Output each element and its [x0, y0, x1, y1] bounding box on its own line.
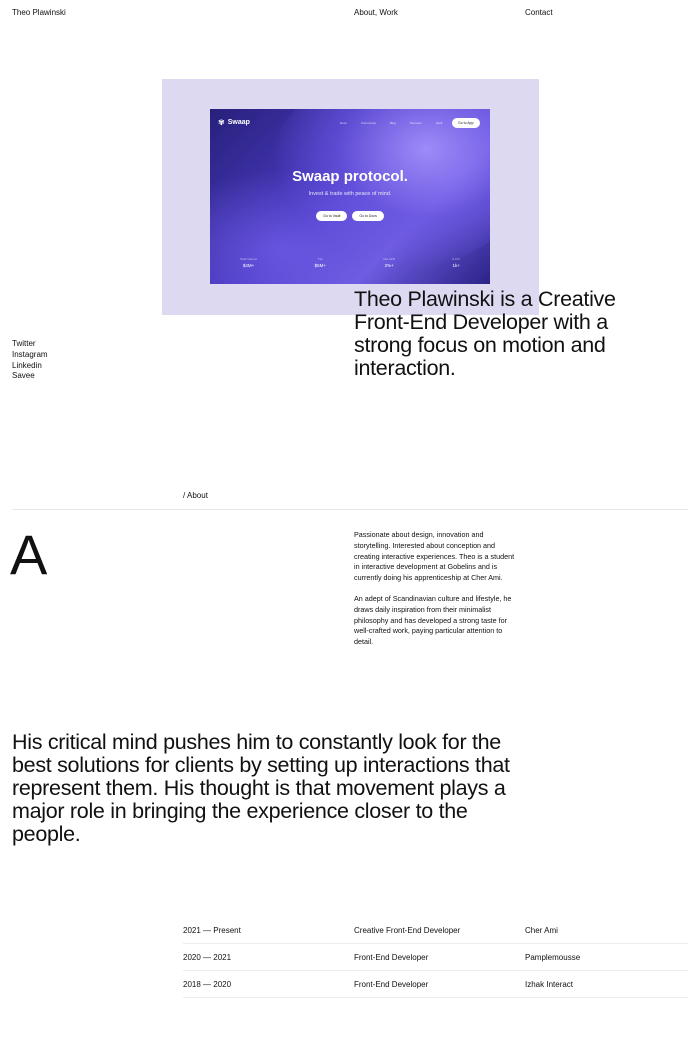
experience-years: 2021 — Present [183, 926, 241, 935]
experience-years: 2018 — 2020 [183, 980, 232, 989]
experience-row: 2021 — Present Creative Front-End Develo… [183, 917, 688, 944]
mockup-docs-button: Go to Docs [352, 211, 384, 221]
experience-row: 2018 — 2020 Front-End Developer Izhak In… [183, 971, 688, 998]
mockup-title: Swaap protocol. [292, 168, 408, 185]
mockup-stat-value: $4M+ [242, 263, 255, 268]
swaap-logo-icon: ✾ [218, 118, 225, 127]
experience-row: 2020 — 2021 Front-End Developer Pamplemo… [183, 944, 688, 971]
social-links: Twitter Instagram Linkedin Savee [12, 339, 48, 382]
mockup-stat: TVL $5M+ [315, 257, 326, 268]
mockup-stat: Total Volume $4M+ [240, 257, 257, 268]
social-linkedin-link[interactable]: Linkedin [12, 361, 48, 372]
mockup-stat-label: Total Volume [240, 257, 258, 261]
social-twitter-link[interactable]: Twitter [12, 339, 48, 350]
about-text: Passionate about design, innovation and … [354, 530, 520, 648]
experience-company: Pamplemousse [525, 953, 581, 962]
mockup-vault-button: Go to Vault [316, 211, 348, 221]
social-instagram-link[interactable]: Instagram [12, 350, 48, 361]
mockup-stat-label: Net APR [383, 257, 395, 261]
experience-role: Front-End Developer [354, 953, 429, 962]
mockup-stat: # LPs 1k+ [452, 257, 460, 268]
experience-years: 2020 — 2021 [183, 953, 232, 962]
mockup-stat: Net APR 2%+ [383, 257, 395, 268]
about-drop-letter: A [10, 523, 48, 586]
mockup-stat-label: TVL [317, 257, 324, 261]
intro-heading: Theo Plawinski is a Creative Front-End D… [354, 287, 616, 380]
mockup-stats: Total Volume $4M+ TVL $5M+ Net APR 2%+ #… [240, 257, 460, 268]
experience-role: Creative Front-End Developer [354, 926, 461, 935]
experience-company: Izhak Interact [525, 980, 574, 989]
mockup-stat-value: 1k+ [452, 263, 460, 268]
mockup-brand: Swaap [227, 119, 250, 126]
mockup-nav-link: Vault [435, 121, 443, 125]
mockup-stat-value: 2%+ [384, 263, 394, 268]
experience-role: Front-End Developer [354, 980, 429, 989]
site-brand-link[interactable]: Theo Plawinski [12, 8, 66, 17]
mockup-stat-label: # LPs [452, 257, 460, 261]
mockup-nav-link: Blog [390, 121, 397, 125]
statement-text: His critical mind pushes him to constant… [12, 730, 510, 846]
mockup-nav-link: Docs [340, 121, 347, 125]
nav-about-work-link[interactable]: About, Work [354, 8, 398, 17]
mockup-subtitle: Invest & trade with peace of mind. [308, 191, 392, 197]
about-section-label: / About [183, 491, 208, 500]
section-divider [12, 509, 688, 510]
about-paragraph: An adept of Scandinavian culture and lif… [354, 593, 512, 647]
mockup-nav: Docs Community Blog Discover Vault [340, 121, 442, 125]
mockup-go-to-app-button: Go to App [452, 118, 480, 128]
project-preview-card[interactable]: ✾ Swaap Docs Community Blog Discover Vau… [162, 79, 539, 315]
social-savee-link[interactable]: Savee [12, 371, 48, 382]
mockup-logo: ✾ Swaap [218, 118, 250, 127]
mockup-nav-link: Discover [410, 121, 422, 125]
mockup-nav-link: Community [360, 121, 377, 125]
swaap-website-mockup: ✾ Swaap Docs Community Blog Discover Vau… [210, 109, 490, 284]
experience-company: Cher Ami [525, 926, 558, 935]
mockup-stat-value: $5M+ [314, 263, 326, 268]
mockup-buttons: Go to Vault Go to Docs [210, 211, 490, 221]
about-paragraph: Passionate about design, innovation and … [354, 530, 515, 583]
nav-contact-link[interactable]: Contact [525, 8, 553, 17]
